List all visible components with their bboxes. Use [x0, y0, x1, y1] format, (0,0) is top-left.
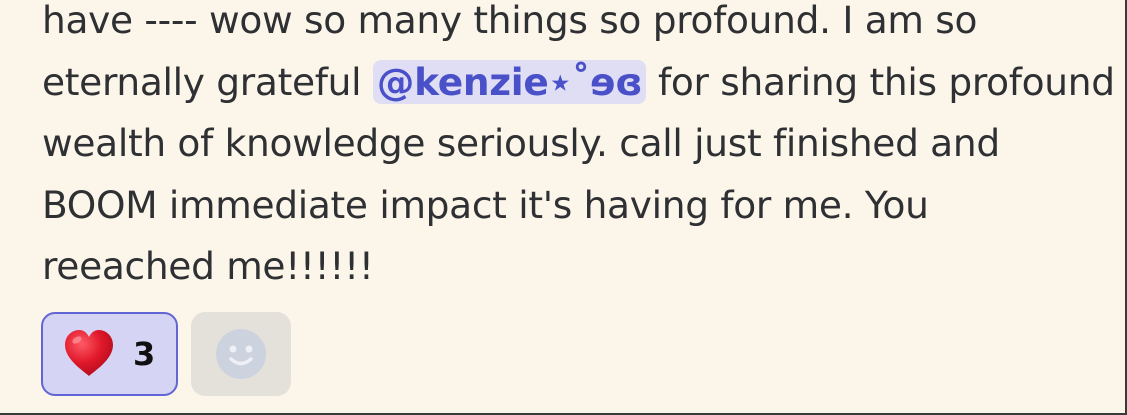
reactions-bar: 3 — [41, 312, 291, 396]
reaction-count: 3 — [133, 335, 156, 373]
heart-reaction-button[interactable]: 3 — [41, 312, 178, 396]
message-line: BOOM immediate impact it's having for me… — [42, 182, 929, 227]
heart-icon — [65, 330, 113, 376]
message-line: wealth of knowledge seriously. call just… — [42, 121, 1000, 165]
message-line: eternally grateful @kenzie⋆˚ɘɞ for shari… — [42, 52, 1117, 114]
add-reaction-button[interactable] — [191, 312, 291, 396]
message-text: for sharing this profound — [646, 59, 1115, 104]
message-content: have ---- wow so many things so profound… — [42, 0, 1117, 298]
user-mention[interactable]: @kenzie⋆˚ɘɞ — [372, 59, 647, 104]
message-line: have ---- wow so many things so profound… — [42, 0, 978, 42]
smile-face-icon — [216, 329, 266, 379]
message-line: reeached me!!!!!! — [42, 244, 374, 288]
message-text: eternally grateful — [42, 59, 373, 104]
